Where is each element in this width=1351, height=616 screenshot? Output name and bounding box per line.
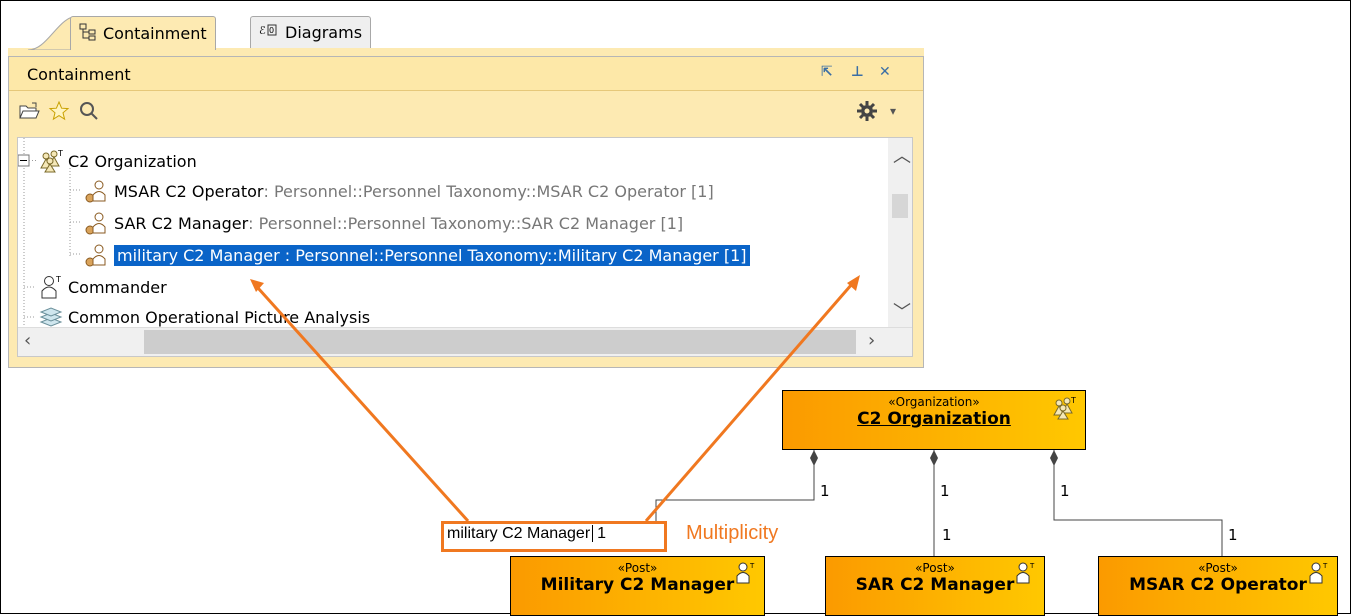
post-icon: T xyxy=(734,561,756,589)
multiplicity-label: 1 xyxy=(940,482,950,500)
post-icon: T xyxy=(1307,561,1329,589)
tab-containment[interactable]: Containment xyxy=(70,16,216,50)
organization-block[interactable]: «Organization» C2 Organization T xyxy=(782,390,1086,450)
svg-text:T: T xyxy=(1029,562,1035,570)
stereotype-label: «Organization» xyxy=(888,395,980,409)
post-block-sar[interactable]: «Post» SAR C2 Manager T xyxy=(825,556,1045,616)
post-block-military[interactable]: «Post» Military C2 Manager T xyxy=(510,556,765,616)
stereotype-label: «Post» xyxy=(1198,561,1238,575)
containment-tree-icon xyxy=(79,23,97,45)
svg-text:T: T xyxy=(1070,396,1076,405)
stereotype-label: «Post» xyxy=(915,561,955,575)
multiplicity-label: 1 xyxy=(820,482,830,500)
block-name: C2 Organization xyxy=(857,409,1011,429)
post-block-msar[interactable]: «Post» MSAR C2 Operator T xyxy=(1098,556,1338,616)
svg-text:T: T xyxy=(1322,562,1328,570)
block-name: Military C2 Manager xyxy=(540,575,735,595)
block-name: SAR C2 Manager xyxy=(855,575,1015,595)
block-name: MSAR C2 Operator xyxy=(1129,575,1307,595)
role-multiplicity: 1 xyxy=(592,525,607,542)
post-icon: T xyxy=(1014,561,1036,589)
svg-text:T: T xyxy=(749,562,755,570)
multiplicity-label: 1 xyxy=(1228,526,1238,544)
tab-label: Containment xyxy=(103,24,207,43)
role-name-label: military C2 Manager 1 xyxy=(447,525,607,542)
multiplicity-label: 1 xyxy=(942,526,952,544)
organization-icon: T xyxy=(1051,395,1077,425)
multiplicity-label: 1 xyxy=(1060,482,1070,500)
diagram-connectors xyxy=(250,275,1229,583)
stereotype-label: «Post» xyxy=(617,561,658,575)
multiplicity-annotation: Multiplicity xyxy=(686,522,779,544)
